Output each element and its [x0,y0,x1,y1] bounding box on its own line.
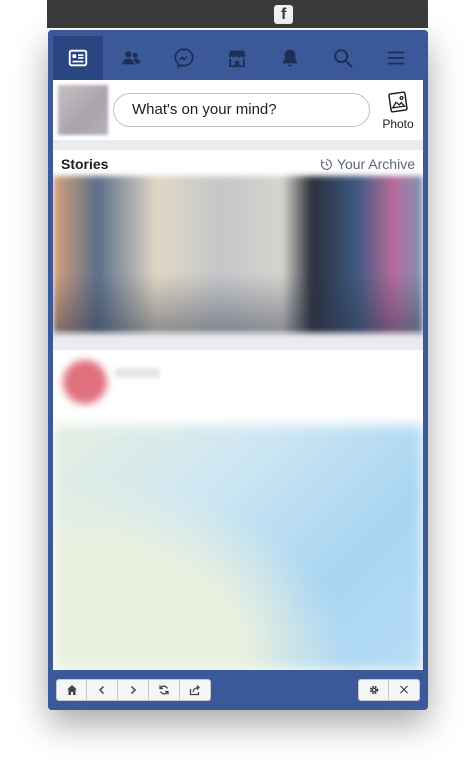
tab-marketplace[interactable] [212,36,262,80]
share-button[interactable] [180,679,211,701]
search-icon [334,49,353,68]
stories-section: Stories Your Archive [53,150,423,333]
stories-title: Stories [61,156,109,172]
app-window: What's on your mind? Photo Stories Your … [48,30,428,710]
stories-tray-image[interactable] [53,176,423,333]
feed-post [53,350,423,670]
status-input[interactable]: What's on your mind? [113,93,370,127]
app-title-bar: f [47,0,428,28]
news-feed-icon [68,49,88,67]
news-feed: What's on your mind? Photo Stories Your … [53,80,423,670]
hamburger-icon [387,51,405,65]
photo-label: Photo [382,117,414,131]
tab-messenger[interactable] [159,36,209,80]
post-author-avatar[interactable] [63,360,107,404]
post-map-image[interactable] [53,425,423,670]
facebook-logo-icon: f [274,5,293,24]
archive-label: Your Archive [336,156,415,172]
photo-button[interactable]: Photo [378,90,418,134]
tab-notifications[interactable] [265,36,315,80]
top-nav-bar [48,30,428,80]
tab-news-feed[interactable] [53,36,103,80]
tab-search[interactable] [318,36,368,80]
reload-icon [159,685,169,695]
post-author-name[interactable] [115,368,160,378]
bell-icon [282,49,298,67]
post-composer: What's on your mind? Photo [53,80,423,140]
marketplace-icon [228,50,246,68]
tab-menu[interactable] [371,36,421,80]
settings-button[interactable] [358,679,389,701]
reload-button[interactable] [149,679,180,701]
bottom-toolbar: × [48,670,428,710]
close-button[interactable]: × [389,679,420,701]
share-icon [189,685,200,696]
forward-button[interactable] [118,679,149,701]
profile-avatar[interactable] [58,85,108,135]
archive-clock-icon [320,158,332,170]
navigation-button-group [56,679,211,701]
close-icon: × [398,682,410,698]
your-archive-link[interactable]: Your Archive [320,156,415,172]
settings-button-group: × [358,679,420,701]
home-button[interactable] [56,679,87,701]
friends-icon [122,51,141,65]
back-icon [98,685,105,695]
photo-icon [388,91,408,113]
forward-icon [130,685,137,695]
gear-icon [369,685,378,695]
home-icon [66,685,77,695]
tab-friends[interactable] [106,36,156,80]
back-button[interactable] [87,679,118,701]
messenger-icon [174,48,194,69]
